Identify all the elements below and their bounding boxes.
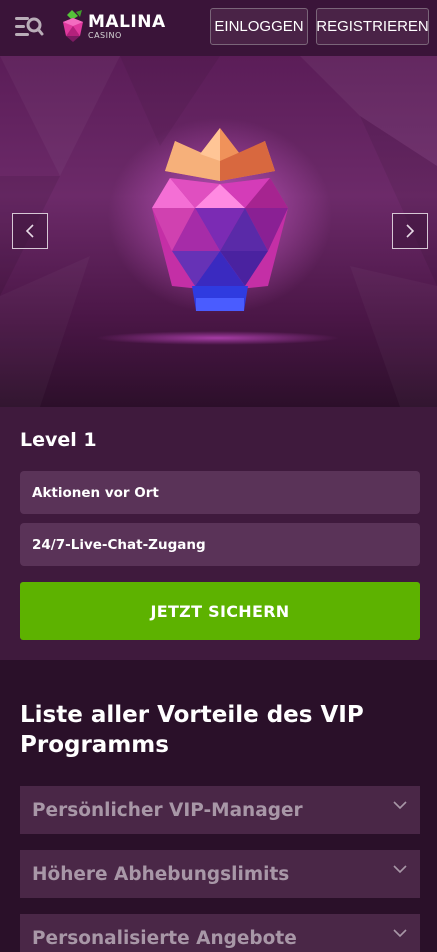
menu-search-icon[interactable] (14, 14, 44, 40)
perk-item: Aktionen vor Ort (20, 471, 420, 514)
crowned-gem-icon (152, 128, 288, 311)
gem-shadow (95, 331, 340, 345)
malina-logo-icon (63, 10, 83, 42)
hero-slider (0, 56, 437, 407)
site-header: MALINA CASINO EINLOGGEN REGISTRIEREN (0, 0, 437, 56)
logo-wordmark: MALINA (88, 12, 166, 32)
accordion-item-personal-offers[interactable]: Personalisierte Angebote (20, 914, 420, 952)
level-title: Level 1 (20, 429, 97, 451)
malina-casino-logo[interactable]: MALINA CASINO (58, 8, 173, 44)
vip-benefits-section: Liste aller Vorteile des VIP Programms P… (0, 660, 437, 952)
slider-next-button[interactable] (392, 213, 428, 249)
chevron-down-icon (393, 929, 407, 938)
login-button[interactable]: EINLOGGEN (210, 8, 308, 45)
chevron-left-icon (25, 224, 34, 238)
accordion-item-vip-manager[interactable]: Persönlicher VIP-Manager (20, 786, 420, 834)
accordion-label: Persönlicher VIP-Manager (32, 799, 303, 821)
accordion-item-withdrawal-limits[interactable]: Höhere Abhebungslimits (20, 850, 420, 898)
accordion-label: Personalisierte Angebote (32, 927, 297, 949)
accordion-label: Höhere Abhebungslimits (32, 863, 290, 885)
claim-now-button[interactable]: JETZT SICHERN (20, 582, 420, 640)
register-button[interactable]: REGISTRIEREN (316, 8, 429, 45)
logo-subtitle: CASINO (88, 31, 122, 40)
section-title: Liste aller Vorteile des VIP Programms (20, 702, 364, 758)
slider-prev-button[interactable] (12, 213, 48, 249)
chevron-right-icon (406, 224, 415, 238)
chevron-down-icon (393, 865, 407, 874)
perk-item: 24/7-Live-Chat-Zugang (20, 523, 420, 566)
chevron-down-icon (393, 801, 407, 810)
level-card: Level 1 Aktionen vor Ort 24/7-Live-Chat-… (0, 407, 437, 660)
